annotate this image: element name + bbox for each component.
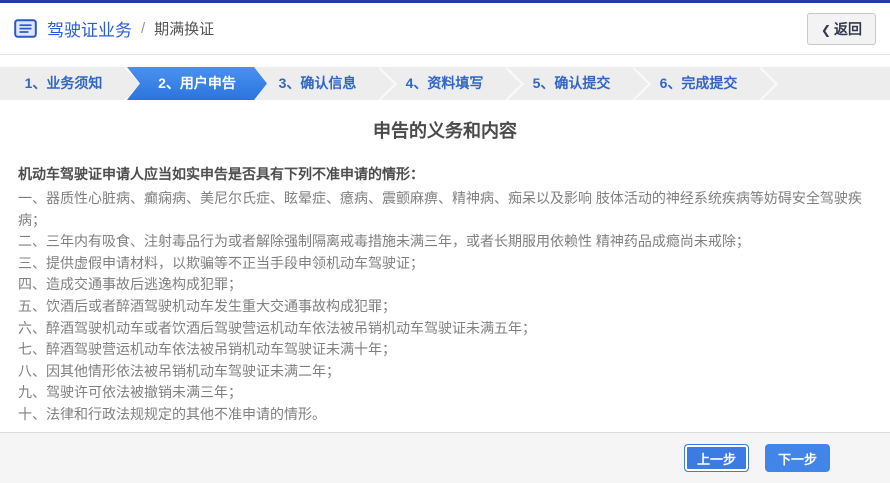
list-item: 五、饮酒后或者醉酒驾驶机动车发生重大交通事故构成犯罪；: [18, 296, 872, 318]
list-item: 三、提供虚假申请材料，以欺骗等不正当手段申领机动车驾驶证；: [18, 253, 872, 275]
list-item: 四、造成交通事故后逃逸构成犯罪；: [18, 274, 872, 296]
header-gap: [0, 55, 890, 67]
step-6-complete-submit[interactable]: 6、完成提交: [635, 67, 762, 100]
declaration-list: 一、器质性心脏病、癫痫病、美尼尔氏症、眩晕症、癔病、震颤麻痹、精神病、痴呆以及影…: [18, 188, 872, 426]
footer-action-bar: 上一步 下一步: [0, 432, 890, 483]
step-1-business-notice[interactable]: 1、业务须知: [0, 67, 127, 100]
document-list-icon: [14, 19, 37, 38]
step-2-user-declaration[interactable]: 2、用户申告: [127, 67, 267, 100]
back-button[interactable]: ❮返回: [807, 13, 876, 45]
list-item: 二、三年内有吸食、注射毒品行为或者解除强制隔离戒毒措施未满三年，或者长期服用依赖…: [18, 231, 872, 253]
main-content: 申告的义务和内容 机动车驾驶证申请人应当如实申告是否具有下列不准申请的情形： 一…: [0, 117, 890, 455]
step-3-confirm-info[interactable]: 3、确认信息: [254, 67, 381, 100]
list-item: 八、因其他情形依法被吊销机动车驾驶证未满二年；: [18, 361, 872, 383]
step-5-confirm-submit[interactable]: 5、确认提交: [508, 67, 635, 100]
previous-step-button[interactable]: 上一步: [684, 444, 749, 472]
list-item: 七、醉酒驾驶营运机动车依法被吊销机动车驾驶证未满十年；: [18, 339, 872, 361]
breadcrumb-separator: /: [141, 20, 145, 37]
declaration-intro: 机动车驾驶证申请人应当如实申告是否具有下列不准申请的情形：: [18, 164, 872, 185]
header: 驾驶证业务 / 期满换证 ❮返回: [0, 3, 890, 55]
section-title: 申告的义务和内容: [18, 117, 872, 143]
list-item: 九、驾驶许可依法被撤销未满三年；: [18, 382, 872, 404]
list-item: 六、醉酒驾驶机动车或者饮酒后驾驶营运机动车依法被吊销机动车驾驶证未满五年；: [18, 318, 872, 340]
page-title: 驾驶证业务: [47, 16, 132, 41]
step-4-fill-materials[interactable]: 4、资料填写: [381, 67, 508, 100]
step-progress-bar: 1、业务须知 2、用户申告 3、确认信息 4、资料填写 5、确认提交 6、完成提…: [0, 67, 890, 100]
next-step-button[interactable]: 下一步: [765, 444, 830, 472]
list-item: 十、法律和行政法规规定的其他不准申请的情形。: [18, 404, 872, 426]
back-button-label: 返回: [834, 21, 862, 37]
chevron-left-icon: ❮: [821, 23, 831, 37]
list-item: 一、器质性心脏病、癫痫病、美尼尔氏症、眩晕症、癔病、震颤麻痹、精神病、痴呆以及影…: [18, 188, 872, 231]
breadcrumb-current: 期满换证: [154, 18, 214, 39]
